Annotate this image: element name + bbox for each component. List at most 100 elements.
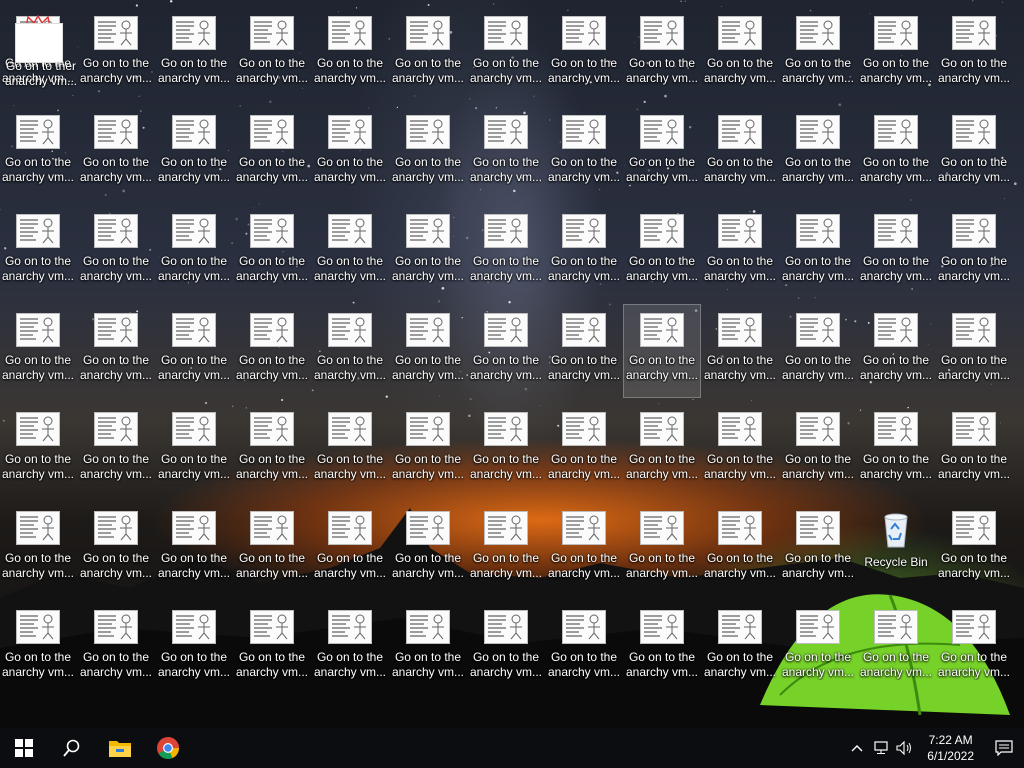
desktop-file-icon[interactable]: Go on to the anarchy vm...: [858, 404, 934, 496]
desktop-file-icon[interactable]: Go on to the anarchy vm...: [156, 206, 232, 298]
desktop-file-icon[interactable]: Go on to the anarchy vm...: [624, 107, 700, 199]
desktop-file-icon[interactable]: Go on to the anarchy vm...: [78, 602, 154, 694]
desktop-file-icon[interactable]: Go on to the anarchy vm...: [390, 107, 466, 199]
desktop-file-icon[interactable]: Go on to the anarchy vm...: [702, 602, 778, 694]
desktop-file-icon[interactable]: Go on to the anarchy vm...: [0, 305, 76, 397]
desktop-file-icon[interactable]: Go on to the anarchy vm...: [468, 305, 544, 397]
desktop-file-icon[interactable]: Go on to the anarchy vm...: [624, 602, 700, 694]
start-button[interactable]: [0, 728, 48, 768]
search-button[interactable]: [48, 728, 96, 768]
overlapping-file-icon[interactable]: Go on to ther anarchy vm...: [0, 8, 80, 100]
desktop-file-icon[interactable]: Go on to the anarchy vm...: [390, 206, 466, 298]
desktop-file-icon[interactable]: Go on to the anarchy vm...: [702, 305, 778, 397]
desktop-file-icon[interactable]: Go on to the anarchy vm...: [156, 602, 232, 694]
desktop-file-icon[interactable]: Go on to the anarchy vm...: [858, 8, 934, 100]
clock[interactable]: 7:22 AM 6/1/2022: [917, 732, 984, 764]
volume-button[interactable]: [893, 728, 917, 768]
file-explorer-button[interactable]: [96, 728, 144, 768]
desktop-file-icon[interactable]: Go on to the anarchy vm...: [780, 206, 856, 298]
desktop-file-icon[interactable]: Go on to the anarchy vm...: [0, 602, 76, 694]
desktop-file-icon[interactable]: Go on to the anarchy vm...: [312, 107, 388, 199]
desktop-file-icon[interactable]: Go on to the anarchy vm...: [234, 404, 310, 496]
desktop-file-icon[interactable]: Go on to the anarchy vm...: [234, 206, 310, 298]
desktop-file-icon[interactable]: Go on to the anarchy vm...: [780, 602, 856, 694]
desktop-file-icon[interactable]: Go on to the anarchy vm...: [78, 503, 154, 595]
desktop-file-icon[interactable]: Go on to the anarchy vm...: [702, 206, 778, 298]
desktop-file-icon[interactable]: Go on to the anarchy vm...: [468, 404, 544, 496]
desktop-file-icon[interactable]: Go on to the anarchy vm...: [0, 107, 76, 199]
desktop-file-icon[interactable]: Go on to the anarchy vm...: [623, 304, 701, 398]
desktop-file-icon[interactable]: Go on to the anarchy vm...: [546, 8, 622, 100]
desktop-file-icon[interactable]: Go on to the anarchy vm...: [936, 404, 1012, 496]
desktop-file-icon[interactable]: Go on to the anarchy vm...: [390, 503, 466, 595]
desktop-file-icon[interactable]: Go on to the anarchy vm...: [312, 206, 388, 298]
desktop-file-icon[interactable]: Go on to the anarchy vm...: [546, 305, 622, 397]
desktop-file-icon[interactable]: Go on to the anarchy vm...: [234, 107, 310, 199]
desktop-file-icon[interactable]: Go on to the anarchy vm...: [78, 404, 154, 496]
desktop-file-icon[interactable]: Go on to the anarchy vm...: [78, 305, 154, 397]
desktop-file-icon[interactable]: Go on to the anarchy vm...: [390, 305, 466, 397]
desktop-file-icon[interactable]: Go on to the anarchy vm...: [936, 8, 1012, 100]
desktop-file-icon[interactable]: Go on to the anarchy vm...: [468, 107, 544, 199]
desktop-file-icon[interactable]: Go on to the anarchy vm...: [858, 602, 934, 694]
desktop-file-icon[interactable]: Go on to the anarchy vm...: [780, 8, 856, 100]
desktop-file-icon[interactable]: Go on to the anarchy vm...: [546, 206, 622, 298]
desktop-file-icon[interactable]: Go on to the anarchy vm...: [702, 503, 778, 595]
desktop-file-icon[interactable]: Go on to the anarchy vm...: [780, 305, 856, 397]
desktop-file-icon[interactable]: Go on to the anarchy vm...: [234, 503, 310, 595]
desktop-file-icon[interactable]: Go on to the anarchy vm...: [546, 503, 622, 595]
desktop-file-icon[interactable]: Go on to the anarchy vm...: [0, 503, 76, 595]
desktop-file-icon[interactable]: Go on to the anarchy vm...: [78, 107, 154, 199]
desktop-file-icon[interactable]: Go on to the anarchy vm...: [390, 602, 466, 694]
desktop-file-icon[interactable]: Go on to the anarchy vm...: [234, 305, 310, 397]
desktop-file-icon[interactable]: Go on to the anarchy vm...: [312, 8, 388, 100]
desktop-file-icon[interactable]: Go on to the anarchy vm...: [468, 206, 544, 298]
desktop-file-icon[interactable]: Go on to the anarchy vm...: [468, 602, 544, 694]
desktop-file-icon[interactable]: Go on to the anarchy vm...: [780, 503, 856, 595]
desktop-file-icon[interactable]: Go on to the anarchy vm...: [702, 107, 778, 199]
desktop-file-icon[interactable]: Go on to the anarchy vm...: [858, 107, 934, 199]
desktop-file-icon[interactable]: Go on to the anarchy vm...: [546, 602, 622, 694]
desktop-file-icon[interactable]: Go on to the anarchy vm...: [780, 404, 856, 496]
desktop-file-icon[interactable]: Go on to the anarchy vm...: [936, 206, 1012, 298]
desktop-file-icon[interactable]: Go on to the anarchy vm...: [624, 8, 700, 100]
desktop-file-icon[interactable]: Go on to the anarchy vm...: [858, 305, 934, 397]
desktop-file-icon[interactable]: Go on to the anarchy vm...: [390, 404, 466, 496]
desktop-file-icon[interactable]: Go on to the anarchy vm...: [702, 404, 778, 496]
desktop-file-icon[interactable]: Go on to the anarchy vm...: [156, 8, 232, 100]
desktop-file-icon[interactable]: Go on to the anarchy vm...: [468, 8, 544, 100]
desktop-file-icon[interactable]: Go on to the anarchy vm...: [780, 107, 856, 199]
desktop-file-icon[interactable]: Go on to the anarchy vm...: [0, 404, 76, 496]
show-hidden-icons-button[interactable]: [845, 728, 869, 768]
desktop-file-icon[interactable]: Go on to the anarchy vm...: [234, 602, 310, 694]
desktop-file-icon[interactable]: Go on to the anarchy vm...: [858, 206, 934, 298]
desktop-file-icon[interactable]: Go on to the anarchy vm...: [624, 404, 700, 496]
desktop-file-icon[interactable]: Go on to the anarchy vm...: [234, 8, 310, 100]
desktop-file-icon[interactable]: Go on to the anarchy vm...: [78, 8, 154, 100]
desktop-file-icon[interactable]: Go on to the anarchy vm...: [546, 404, 622, 496]
desktop-file-icon[interactable]: Go on to the anarchy vm...: [156, 503, 232, 595]
desktop-file-icon[interactable]: Go on to the anarchy vm...: [312, 305, 388, 397]
desktop-file-icon[interactable]: Go on to the anarchy vm...: [156, 404, 232, 496]
desktop-file-icon[interactable]: Go on to the anarchy vm...: [312, 602, 388, 694]
chrome-button[interactable]: [144, 728, 192, 768]
desktop-file-icon[interactable]: Go on to the anarchy vm...: [624, 503, 700, 595]
desktop-file-icon[interactable]: Go on to the anarchy vm...: [0, 206, 76, 298]
desktop-file-icon[interactable]: Go on to the anarchy vm...: [78, 206, 154, 298]
desktop-file-icon[interactable]: Go on to the anarchy vm...: [468, 503, 544, 595]
desktop-file-icon[interactable]: Go on to the anarchy vm...: [936, 503, 1012, 595]
desktop-file-icon[interactable]: Go on to the anarchy vm...: [312, 503, 388, 595]
desktop-file-icon[interactable]: Go on to the anarchy vm...: [702, 8, 778, 100]
action-center-button[interactable]: [984, 728, 1024, 768]
network-button[interactable]: [869, 728, 893, 768]
desktop-file-icon[interactable]: Go on to the anarchy vm...: [390, 8, 466, 100]
desktop-file-icon[interactable]: Go on to the anarchy vm...: [546, 107, 622, 199]
desktop-file-icon[interactable]: Go on to the anarchy vm...: [312, 404, 388, 496]
desktop-file-icon[interactable]: Go on to the anarchy vm...: [936, 305, 1012, 397]
desktop-file-icon[interactable]: Go on to the anarchy vm...: [156, 107, 232, 199]
desktop-file-icon[interactable]: Go on to the anarchy vm...: [624, 206, 700, 298]
desktop-file-icon[interactable]: Go on to the anarchy vm...: [156, 305, 232, 397]
desktop-file-icon[interactable]: Go on to the anarchy vm...: [936, 602, 1012, 694]
recycle-bin[interactable]: Recycle Bin: [858, 503, 934, 595]
desktop-file-icon[interactable]: Go on to the anarchy vm...: [936, 107, 1012, 199]
